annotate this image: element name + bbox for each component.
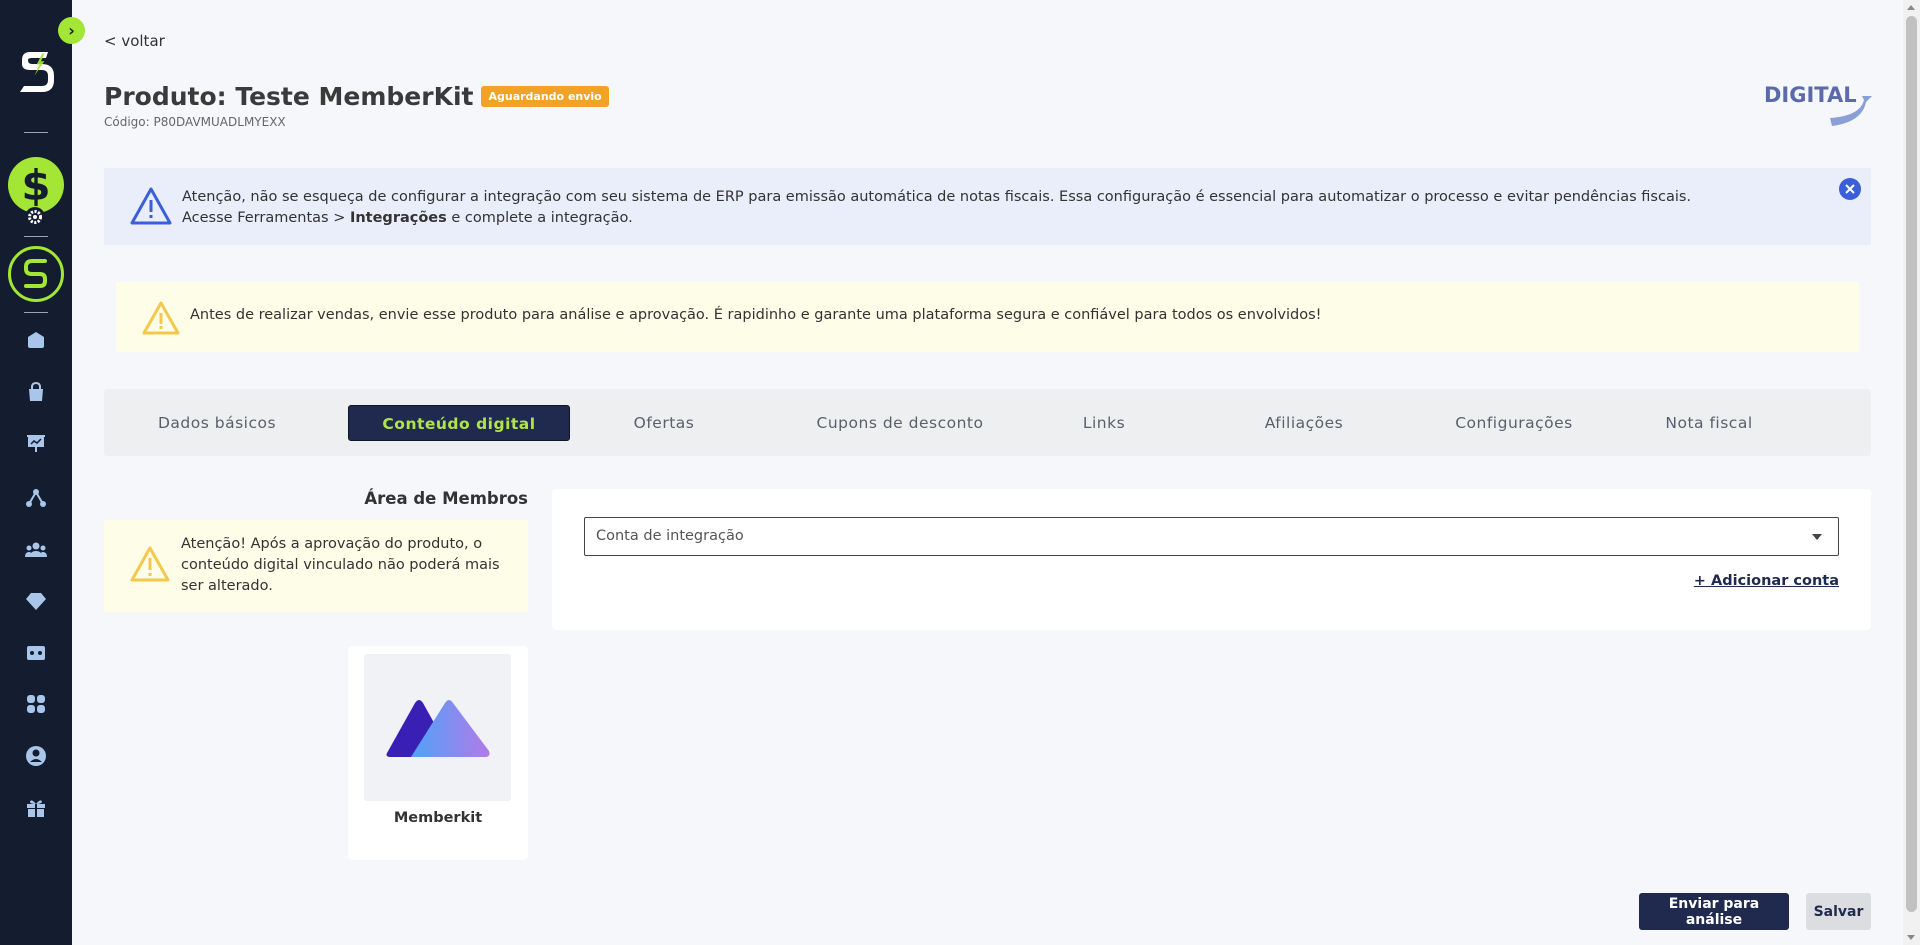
title-row: Produto: Teste MemberKit Aguardando envi… [104, 82, 609, 111]
memberkit-integration-card[interactable]: Memberkit [348, 646, 528, 860]
erp-alert-message: Atenção, não se esqueça de configurar a … [182, 187, 1691, 229]
ticket-icon[interactable] [24, 641, 48, 665]
tab-cupons[interactable]: Cupons de desconto [800, 405, 1000, 441]
warning-icon [130, 187, 172, 225]
tab-nota-fiscal[interactable]: Nota fiscal [1644, 405, 1774, 441]
save-button[interactable]: Salvar [1806, 893, 1871, 930]
erp-alert-prefix: Acesse Ferramentas > [182, 210, 350, 226]
gift-icon[interactable] [24, 796, 48, 820]
back-link[interactable]: < voltar [104, 32, 165, 50]
product-code: Código: P80DAVMUADLMYEXX [104, 115, 286, 129]
home-icon[interactable] [24, 328, 48, 352]
scroll-up-arrow-icon[interactable] [1907, 5, 1915, 10]
sidebar: $ [0, 0, 72, 945]
diamond-icon[interactable] [24, 589, 48, 613]
tab-conteudo-digital[interactable]: Conteúdo digital [348, 405, 570, 441]
digital-product-logo: DIGITAL [1764, 83, 1872, 126]
brand-logo-icon[interactable] [18, 48, 54, 94]
scroll-down-arrow-icon[interactable] [1907, 935, 1915, 940]
users-icon[interactable] [24, 538, 48, 562]
svg-text:$: $ [21, 163, 50, 207]
members-warning-message: Atenção! Após a aprovação do produto, o … [181, 536, 500, 594]
close-alert-button[interactable] [1839, 178, 1861, 200]
integration-account-select[interactable]: Conta de integração [584, 517, 1839, 556]
select-placeholder: Conta de integração [596, 528, 744, 544]
add-account-link[interactable]: + Adicionar conta [1694, 573, 1839, 589]
shopping-bag-icon[interactable] [24, 380, 48, 404]
sidebar-divider [24, 312, 48, 313]
caret-down-icon [1812, 534, 1822, 540]
erp-alert-integrations: Integrações [349, 210, 447, 226]
finance-icon[interactable]: $ [8, 157, 64, 213]
memberkit-icon [386, 699, 489, 757]
memberkit-label: Memberkit [393, 810, 483, 826]
scrollbar-thumb[interactable] [1906, 16, 1917, 912]
presentation-icon[interactable] [24, 431, 48, 455]
erp-integration-alert: Atenção, não se esqueça de configurar a … [104, 168, 1871, 245]
erp-alert-suffix: e complete a integração. [446, 210, 633, 226]
status-badge: Aguardando envio [481, 86, 609, 107]
page-scrollbar[interactable] [1903, 0, 1920, 945]
product-tabs: Dados básicos Conteúdo digital Ofertas C… [104, 389, 1871, 456]
tab-configuracoes[interactable]: Configurações [1429, 405, 1599, 441]
review-alert: Antes de realizar vendas, envie esse pro… [116, 282, 1859, 352]
erp-alert-line1: Atenção, não se esqueça de configurar a … [182, 189, 1692, 205]
sidebar-toggle-button[interactable]: › [58, 17, 85, 44]
user-profile-icon[interactable] [24, 744, 48, 768]
tab-links[interactable]: Links [1064, 405, 1144, 441]
tab-afiliacoes[interactable]: Afiliações [1244, 405, 1364, 441]
warning-icon [130, 546, 170, 582]
tab-ofertas[interactable]: Ofertas [614, 405, 714, 441]
integration-panel: Conta de integração + Adicionar conta [552, 489, 1871, 630]
close-icon [1845, 184, 1855, 194]
tab-dados-basicos[interactable]: Dados básicos [147, 405, 287, 441]
members-area-title: Área de Membros [364, 489, 528, 508]
memberkit-logo [364, 654, 511, 801]
members-warning: Atenção! Após a aprovação do produto, o … [104, 520, 528, 612]
network-icon[interactable] [24, 486, 48, 510]
page-title: Produto: Teste MemberKit [104, 82, 474, 111]
gear-icon[interactable] [25, 207, 45, 227]
submit-for-review-button[interactable]: Enviar para análise [1639, 893, 1789, 930]
brand-ring-icon[interactable] [8, 246, 64, 302]
apps-grid-icon[interactable] [24, 692, 48, 716]
review-alert-message: Antes de realizar vendas, envie esse pro… [190, 307, 1322, 323]
erp-alert-line2: Acesse Ferramentas > Integrações e compl… [182, 208, 1691, 229]
sidebar-divider [24, 132, 48, 133]
warning-icon [142, 301, 180, 335]
digital-logo-text: DIGITAL [1764, 83, 1857, 107]
sidebar-divider [24, 236, 48, 237]
